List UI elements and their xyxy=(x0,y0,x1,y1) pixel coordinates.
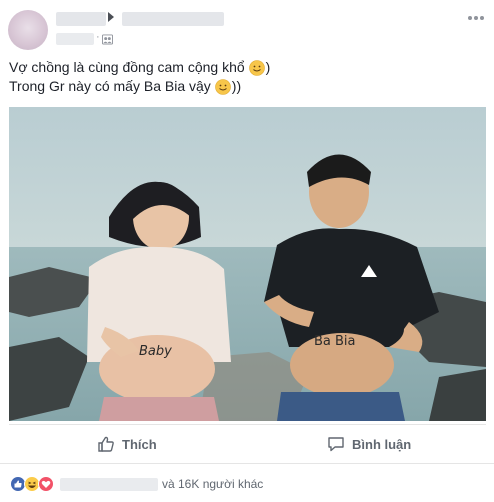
reactor-names-redacted[interactable] xyxy=(60,478,158,491)
comment-label: Bình luận xyxy=(352,436,412,452)
timestamp-redacted[interactable] xyxy=(56,33,94,45)
group-audience-icon[interactable] xyxy=(102,34,113,45)
author-name-redacted[interactable] xyxy=(56,12,106,26)
group-name-redacted[interactable] xyxy=(122,12,224,26)
like-icon xyxy=(10,476,26,492)
post-line-1-text: Vợ chồng là cùng đồng cam cộng khổ xyxy=(9,59,245,75)
haha-icon xyxy=(24,476,40,492)
like-label: Thích xyxy=(122,436,157,452)
post-photo[interactable]: Baby Ba Bia xyxy=(9,107,486,421)
separator-dot: · xyxy=(96,31,100,43)
comment-icon xyxy=(328,437,344,452)
post-line-1: Vợ chồng là cùng đồng cam cộng khổ ) xyxy=(9,58,485,77)
comment-button[interactable]: Bình luận xyxy=(327,431,411,457)
smile-emoji-icon xyxy=(214,78,231,95)
belly-label-left: Baby xyxy=(139,344,172,359)
post-header: · xyxy=(0,0,494,58)
avatar[interactable] xyxy=(8,10,48,50)
caret-right-icon xyxy=(108,12,114,22)
post-line-2-suffix: )) xyxy=(231,78,242,94)
smile-emoji-icon xyxy=(248,59,265,76)
post-text: Vợ chồng là cùng đồng cam cộng khổ ) Tro… xyxy=(9,58,485,96)
post-actions: Thích Bình luận xyxy=(9,424,486,462)
belly-label-right: Ba Bia xyxy=(314,334,356,349)
reactions-summary[interactable]: và 16K người khác xyxy=(0,463,494,502)
post-line-2: Trong Gr này có mấy Ba Bia vậy )) xyxy=(9,77,485,96)
thumbs-up-icon xyxy=(98,436,114,452)
love-icon xyxy=(38,476,54,492)
reaction-icons xyxy=(10,476,54,492)
like-button[interactable]: Thích xyxy=(97,431,157,457)
post-line-1-suffix: ) xyxy=(265,59,271,75)
more-options-icon[interactable] xyxy=(466,8,486,28)
post-line-2-text: Trong Gr này có mấy Ba Bia vậy xyxy=(9,78,211,94)
reactions-count-text[interactable]: và 16K người khác xyxy=(162,477,263,491)
